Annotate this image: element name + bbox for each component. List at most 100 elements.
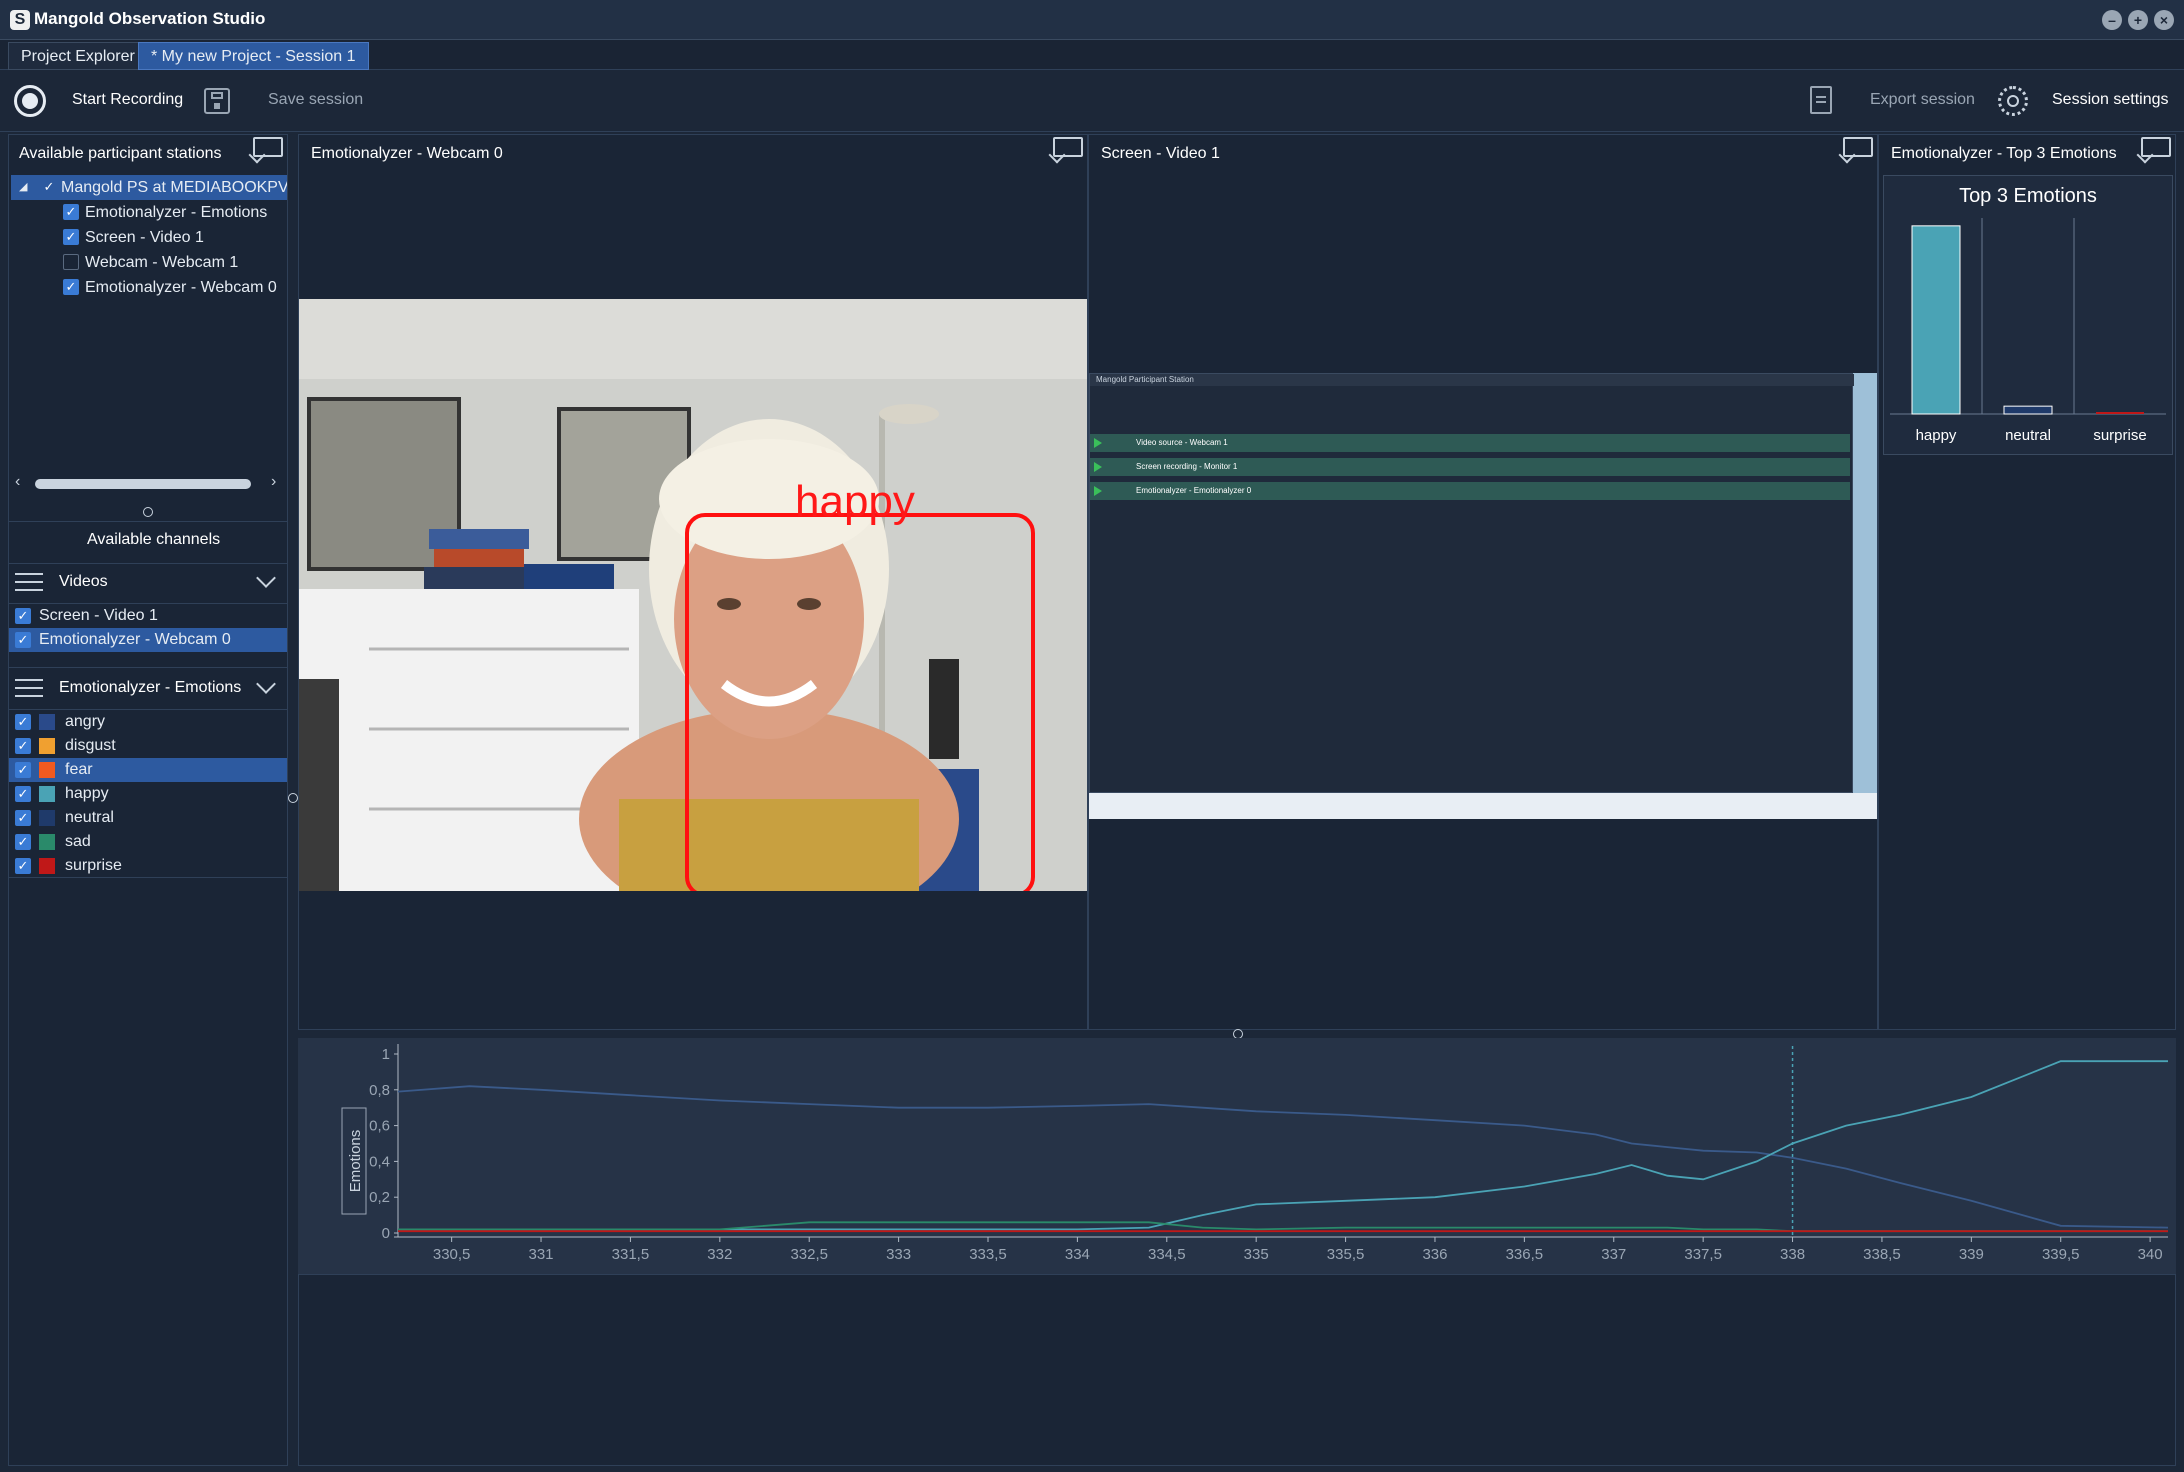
y-tick-label: 0,4: [369, 1153, 390, 1170]
export-session-button[interactable]: Export session: [1870, 91, 1975, 109]
emotion-channel-item[interactable]: ✓ surprise: [9, 854, 287, 878]
emotion-channel-item[interactable]: ✓ angry: [9, 710, 287, 734]
emotion-channel-item[interactable]: ✓ happy: [9, 782, 287, 806]
webcam-panel: Emotionalyzer - Webcam 0 happy: [298, 134, 1088, 1030]
start-recording-button[interactable]: Start Recording: [72, 91, 183, 109]
record-icon[interactable]: [14, 85, 46, 117]
maximize-icon[interactable]: +: [2128, 10, 2148, 30]
emotions-group-title: Emotionalyzer - Emotions: [59, 679, 242, 696]
checkbox[interactable]: ✓: [63, 229, 79, 245]
video-channel-item[interactable]: ✓ Emotionalyzer - Webcam 0: [9, 628, 287, 652]
divider: [9, 563, 287, 564]
checkbox[interactable]: ✓: [15, 632, 31, 648]
chevron-down-icon[interactable]: [256, 568, 276, 588]
horizontal-scrollbar[interactable]: [35, 479, 251, 489]
checkbox[interactable]: ✓: [15, 858, 31, 874]
chart-category-label: surprise: [2093, 427, 2146, 444]
screen-panel-title: Screen - Video 1: [1101, 145, 1220, 162]
toolbar: Start Recording Save session Export sess…: [0, 70, 2184, 132]
captured-row: Video source - Webcam 1: [1090, 434, 1850, 452]
checkbox[interactable]: ✓: [15, 786, 31, 802]
channels-title: Available channels: [87, 531, 221, 548]
y-tick-label: 0,8: [369, 1082, 390, 1099]
top3-bar-chart: Top 3 Emotions happy neutral surprise: [1890, 185, 2166, 444]
emotion-channel-item[interactable]: ✓ fear: [9, 758, 287, 782]
checkbox[interactable]: ✓: [63, 204, 79, 220]
menu-icon[interactable]: [15, 679, 43, 699]
window-title: Mangold Observation Studio: [34, 9, 266, 28]
captured-window-title: Mangold Participant Station: [1096, 375, 1194, 384]
station-item[interactable]: ✓ Emotionalyzer - Webcam 0: [9, 275, 285, 300]
checkbox[interactable]: ✓: [15, 608, 31, 624]
lower-empty-area: [298, 1274, 2176, 1466]
checkbox[interactable]: ✓: [15, 738, 31, 754]
station-item[interactable]: ✓ Emotionalyzer - Emotions: [9, 200, 285, 225]
stations-title: Available participant stations: [19, 145, 222, 162]
y-tick-label: 0,6: [369, 1118, 390, 1135]
save-icon[interactable]: [204, 88, 230, 114]
emotion-channel-item[interactable]: ✓ neutral: [9, 806, 287, 830]
chart-bar: [2003, 405, 2053, 415]
tab-project-explorer[interactable]: Project Explorer: [8, 42, 148, 70]
emotion-overlay-label: happy: [795, 477, 915, 526]
save-session-button[interactable]: Save session: [268, 91, 363, 109]
splitter-handle[interactable]: [288, 793, 298, 803]
captured-taskbar: [1089, 793, 1877, 819]
minimize-icon[interactable]: –: [2102, 10, 2122, 30]
x-tick-label: 334,5: [1148, 1246, 1186, 1263]
expand-icon[interactable]: [1053, 137, 1083, 157]
station-item-label: Screen - Video 1: [85, 229, 204, 246]
emotion-channel-item[interactable]: ✓ sad: [9, 830, 287, 854]
captured-window: Mangold Participant Station Video source…: [1089, 373, 1854, 793]
session-settings-button[interactable]: Session settings: [2052, 91, 2169, 109]
x-tick-label: 339,5: [2042, 1246, 2080, 1263]
emotion-channel-label: neutral: [65, 809, 114, 826]
checkbox[interactable]: ✓: [15, 714, 31, 730]
color-swatch: [39, 762, 55, 778]
left-sidebar: Available participant stations ◢ ✓ Mango…: [8, 134, 288, 1466]
color-swatch: [39, 858, 55, 874]
checkbox[interactable]: ✓: [41, 179, 57, 195]
x-tick-label: 333,5: [969, 1246, 1007, 1263]
close-icon[interactable]: ×: [2154, 10, 2174, 30]
station-item-label: Webcam - Webcam 1: [85, 254, 239, 271]
station-root-label: Mangold PS at MEDIABOOKPVM-2: [61, 179, 287, 196]
checkbox[interactable]: ✓: [15, 834, 31, 850]
divider: [9, 667, 287, 668]
checkbox[interactable]: ✓: [15, 810, 31, 826]
export-icon[interactable]: [1810, 86, 1832, 114]
x-tick-label: 336,5: [1506, 1246, 1544, 1263]
scroll-left-icon[interactable]: ‹: [15, 473, 20, 491]
series-line-neutral: [397, 1085, 2169, 1229]
emotion-channel-item[interactable]: ✓ disgust: [9, 734, 287, 758]
checkbox[interactable]: [63, 254, 79, 270]
tab-session[interactable]: * My new Project - Session 1: [138, 42, 369, 70]
station-item[interactable]: Webcam - Webcam 1: [9, 250, 285, 275]
scroll-right-icon[interactable]: ›: [271, 473, 276, 491]
x-tick-label: 331: [529, 1246, 554, 1263]
top3-chart: Top 3 Emotions happy neutral surprise: [1883, 175, 2173, 455]
top3-panel-title: Emotionalyzer - Top 3 Emotions: [1891, 145, 2117, 162]
chart-category-label: happy: [1916, 427, 1957, 444]
checkbox[interactable]: ✓: [15, 762, 31, 778]
x-tick-label: 332: [707, 1246, 732, 1263]
x-tick-label: 336: [1422, 1246, 1447, 1263]
screen-video: Mangold Participant Station Video source…: [1089, 373, 1877, 819]
emotion-channel-label: fear: [65, 761, 93, 778]
emotion-channel-label: disgust: [65, 737, 116, 754]
gear-icon[interactable]: [1998, 86, 2028, 116]
expand-icon[interactable]: [2141, 137, 2171, 157]
menu-icon[interactable]: [15, 573, 43, 593]
collapse-icon[interactable]: ◢: [19, 175, 27, 200]
emotion-channel-label: angry: [65, 713, 106, 730]
x-tick-label: 340: [2138, 1246, 2163, 1263]
video-channel-item[interactable]: ✓ Screen - Video 1: [9, 604, 287, 628]
station-item[interactable]: ✓ Screen - Video 1: [9, 225, 285, 250]
station-root[interactable]: ◢ ✓ Mangold PS at MEDIABOOKPVM-2: [11, 175, 287, 200]
expand-icon[interactable]: [1843, 137, 1873, 157]
chevron-down-icon[interactable]: [256, 674, 276, 694]
splitter-handle[interactable]: [143, 507, 153, 517]
expand-icon[interactable]: [253, 137, 283, 157]
checkbox[interactable]: ✓: [63, 279, 79, 295]
color-swatch: [39, 714, 55, 730]
